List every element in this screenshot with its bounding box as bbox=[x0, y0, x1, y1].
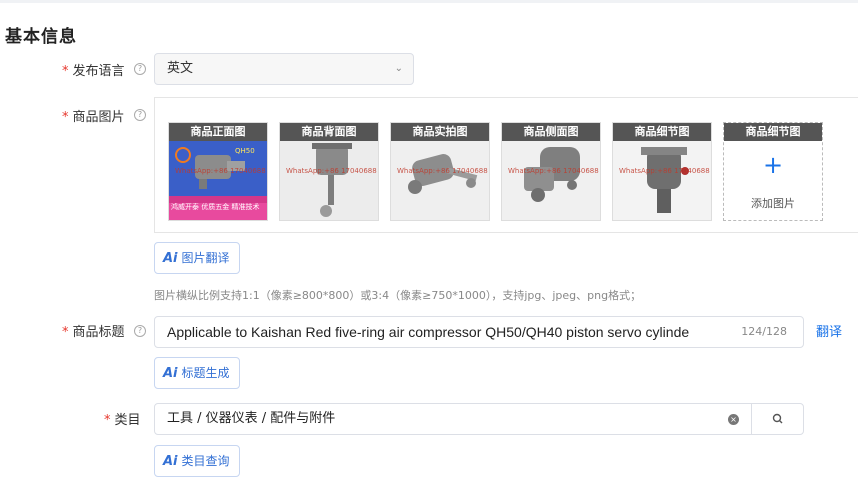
category-value: 工具 / 仪器仪表 / 配件与附件 bbox=[167, 411, 336, 426]
thumb-label: 商品实拍图 bbox=[391, 123, 489, 141]
chevron-down-icon: ⌄ bbox=[394, 63, 403, 74]
add-image-button[interactable]: 商品细节图 + 添加图片 bbox=[723, 122, 823, 221]
ai-icon: Ai bbox=[163, 366, 178, 381]
watermark-text: WhatsApp:+86 17040688 bbox=[286, 167, 377, 175]
character-count: 124/128 bbox=[741, 325, 787, 338]
title-label: * 商品标题 bbox=[62, 325, 125, 340]
title-input[interactable]: Applicable to Kaishan Red five-ring air … bbox=[154, 316, 804, 348]
thumb-label: 商品细节图 bbox=[613, 123, 711, 141]
category-search-button[interactable] bbox=[751, 403, 804, 435]
section-title: 基本信息 bbox=[5, 27, 77, 47]
add-image-text: 添加图片 bbox=[751, 197, 795, 210]
product-photo bbox=[391, 141, 489, 220]
category-input[interactable]: 工具 / 仪器仪表 / 配件与附件 × bbox=[154, 403, 752, 435]
product-photo bbox=[502, 141, 600, 220]
language-select[interactable]: 英文 ⌄ bbox=[154, 53, 414, 85]
help-icon[interactable]: ? bbox=[134, 109, 146, 121]
plus-icon: + bbox=[762, 151, 784, 179]
language-label: * 发布语言 bbox=[62, 64, 125, 79]
watermark-text: WhatsApp:+86 17040688 bbox=[508, 167, 599, 175]
image-upload-panel: 商品正面图 QH50 WhatsApp:+86 17040688 鸿威开泰 优质… bbox=[154, 97, 858, 233]
image-thumb-front[interactable]: 商品正面图 QH50 WhatsApp:+86 17040688 鸿威开泰 优质… bbox=[168, 122, 268, 221]
ai-icon: Ai bbox=[163, 454, 178, 469]
image-format-hint: 图片横纵比例支持1:1（像素≥800*800）或3:4（像素≥750*1000）… bbox=[154, 289, 642, 302]
image-thumb-detail[interactable]: 商品细节图 WhatsApp:+86 17040688 bbox=[612, 122, 712, 221]
thumb-label: 商品正面图 bbox=[169, 123, 267, 141]
category-label: * 类目 bbox=[104, 413, 141, 428]
image-thumb-side[interactable]: 商品侧面图 WhatsApp:+86 17040688 bbox=[501, 122, 601, 221]
product-code: QH50 bbox=[235, 147, 255, 155]
image-thumb-real[interactable]: 商品实拍图 WhatsApp:+86 17040688 bbox=[390, 122, 490, 221]
watermark-text: WhatsApp:+86 17040688 bbox=[175, 167, 266, 175]
product-photo bbox=[613, 141, 711, 220]
translate-link[interactable]: 翻译 bbox=[816, 321, 842, 340]
clear-icon[interactable]: × bbox=[728, 414, 739, 425]
thumb-label: 商品细节图 bbox=[724, 123, 822, 141]
front-caption: 鸿威开泰 优质五金 精准技术 bbox=[171, 203, 260, 211]
help-icon[interactable]: ? bbox=[134, 325, 146, 337]
language-value: 英文 bbox=[167, 61, 194, 76]
watermark-text: WhatsApp:+86 17040688 bbox=[397, 167, 488, 175]
ai-icon: Ai bbox=[163, 251, 178, 266]
title-value: Applicable to Kaishan Red five-ring air … bbox=[167, 324, 690, 340]
help-icon[interactable]: ? bbox=[134, 63, 146, 75]
thumb-label: 商品侧面图 bbox=[502, 123, 600, 141]
image-translate-button[interactable]: Ai 图片翻译 bbox=[154, 242, 240, 274]
image-thumb-back[interactable]: 商品背面图 WhatsApp:+86 17040688 bbox=[279, 122, 379, 221]
category-query-button[interactable]: Ai 类目查询 bbox=[154, 445, 240, 477]
watermark-text: WhatsApp:+86 17040688 bbox=[619, 167, 710, 175]
thumb-label: 商品背面图 bbox=[280, 123, 378, 141]
images-label: * 商品图片 bbox=[62, 110, 125, 125]
product-photo bbox=[280, 141, 378, 220]
top-divider bbox=[0, 0, 858, 3]
title-generate-button[interactable]: Ai 标题生成 bbox=[154, 357, 240, 389]
search-icon bbox=[772, 413, 783, 424]
